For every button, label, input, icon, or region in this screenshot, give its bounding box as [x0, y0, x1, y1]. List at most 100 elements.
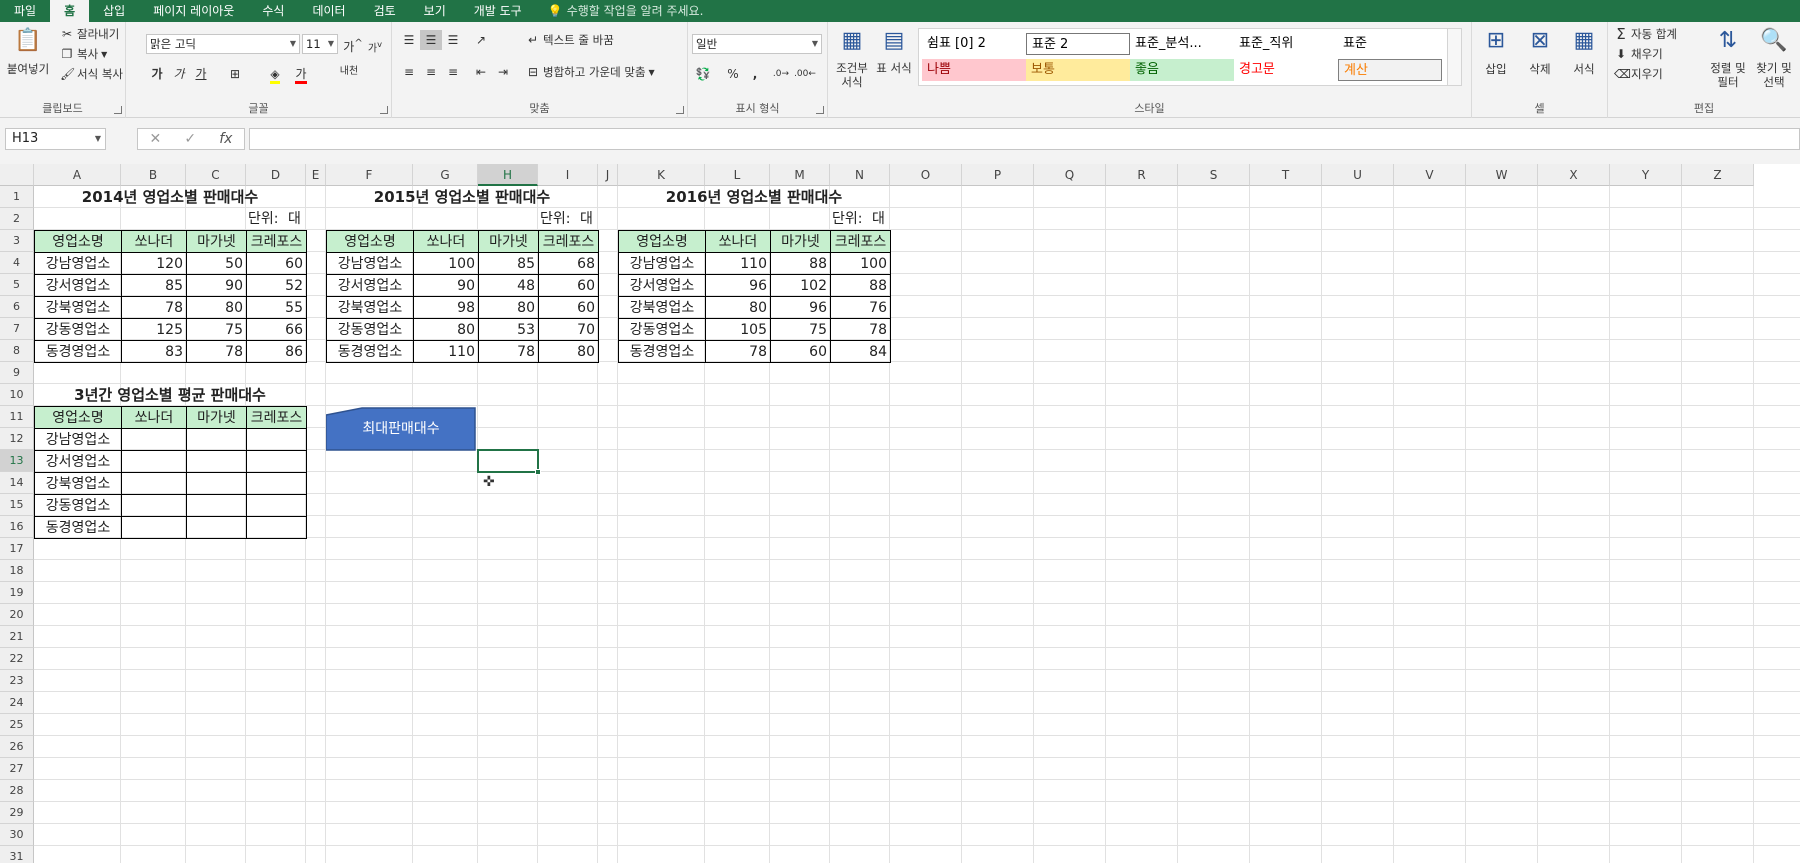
row-header[interactable]: 23	[0, 670, 34, 692]
table-header-cell[interactable]: 영업소명	[326, 230, 414, 253]
sales-value-cell[interactable]: 78	[121, 296, 187, 319]
column-header[interactable]: A	[34, 164, 121, 186]
sales-value-cell[interactable]: 68	[538, 252, 599, 275]
avg-header-cell[interactable]: 마가넷	[186, 406, 247, 429]
row-header[interactable]: 1	[0, 186, 34, 208]
tab-item[interactable]: 보기	[410, 0, 460, 22]
sales-value-cell[interactable]: 50	[186, 252, 247, 275]
sales-value-cell[interactable]: 80	[186, 296, 247, 319]
row-header[interactable]: 10	[0, 384, 34, 406]
sales-value-cell[interactable]: 78	[186, 340, 247, 363]
avg-office-name-cell[interactable]: 동경영업소	[34, 516, 122, 539]
sales-value-cell[interactable]: 60	[538, 274, 599, 297]
row-header[interactable]: 29	[0, 802, 34, 824]
office-name-cell[interactable]: 강북영업소	[618, 296, 706, 319]
font-color-button[interactable]: 가	[290, 64, 312, 84]
cell-style-item[interactable]: 표준 2	[1026, 33, 1130, 55]
phonetic-button[interactable]: 내천	[334, 62, 364, 82]
wrap-text-button[interactable]: ↵ 텍스트 줄 바꿈	[526, 32, 614, 48]
shrink-font-button[interactable]: 가v	[364, 34, 386, 54]
office-name-cell[interactable]: 강동영업소	[618, 318, 706, 341]
row-header[interactable]: 26	[0, 736, 34, 758]
row-header[interactable]: 19	[0, 582, 34, 604]
office-name-cell[interactable]: 강남영업소	[34, 252, 122, 275]
sort-filter-button[interactable]: ⇅ 정렬 및 필터	[1706, 26, 1750, 89]
sales-value-cell[interactable]: 100	[830, 252, 891, 275]
format-cells-button[interactable]: ▦ 서식	[1564, 26, 1604, 77]
clear-button[interactable]: ⌫ 지우기	[1614, 66, 1663, 82]
sales-value-cell[interactable]: 85	[478, 252, 539, 275]
table-header-cell[interactable]: 쏘나더	[121, 230, 187, 253]
column-header[interactable]: W	[1466, 164, 1538, 186]
sales-value-cell[interactable]: 98	[413, 296, 479, 319]
sales-value-cell[interactable]: 75	[186, 318, 247, 341]
table-header-cell[interactable]: 마가넷	[478, 230, 539, 253]
avg-empty-cell[interactable]	[186, 450, 247, 473]
row-header[interactable]: 27	[0, 758, 34, 780]
sales-value-cell[interactable]: 120	[121, 252, 187, 275]
avg-empty-cell[interactable]	[186, 516, 247, 539]
fill-button[interactable]: ⬇ 채우기	[1614, 46, 1663, 62]
table-header-cell[interactable]: 쏘나더	[705, 230, 771, 253]
orientation-button[interactable]: ↗	[470, 30, 492, 50]
cell-style-item[interactable]: 쉼표 [0] 2	[922, 33, 1026, 55]
column-header[interactable]: K	[618, 164, 705, 186]
active-cell-selection[interactable]	[477, 449, 539, 473]
column-header[interactable]: E	[306, 164, 326, 186]
sales-value-cell[interactable]: 53	[478, 318, 539, 341]
paste-button[interactable]: 📋 붙여넣기	[4, 26, 52, 77]
cell-style-item[interactable]: 경고문	[1234, 59, 1338, 81]
fill-handle[interactable]	[535, 469, 541, 475]
row-header[interactable]: 21	[0, 626, 34, 648]
row-header[interactable]: 3	[0, 230, 34, 252]
cancel-icon[interactable]: ✕	[150, 131, 162, 147]
table-header-cell[interactable]: 쏘나더	[413, 230, 479, 253]
insert-cells-button[interactable]: ⊞ 삽입	[1476, 26, 1516, 77]
bold-button[interactable]: 가	[146, 64, 168, 84]
sales-value-cell[interactable]: 78	[705, 340, 771, 363]
table-header-cell[interactable]: 크레포스	[538, 230, 599, 253]
sales-value-cell[interactable]: 60	[246, 252, 307, 275]
delete-cells-button[interactable]: ⊠ 삭제	[1520, 26, 1560, 77]
select-all-corner[interactable]	[0, 164, 34, 186]
column-header[interactable]: N	[830, 164, 890, 186]
format-as-table-button[interactable]: ▤ 표 서식	[874, 26, 914, 75]
autosum-button[interactable]: Σ 자동 합계	[1614, 26, 1677, 42]
cell-style-item[interactable]: 계산	[1338, 59, 1442, 81]
column-header[interactable]: J	[598, 164, 618, 186]
avg-empty-cell[interactable]	[186, 472, 247, 495]
tab-item[interactable]: 페이지 레이아웃	[139, 0, 248, 22]
row-header[interactable]: 2	[0, 208, 34, 230]
merge-center-button[interactable]: ⊟ 병합하고 가운데 맞춤 ▼	[526, 64, 655, 80]
row-header[interactable]: 25	[0, 714, 34, 736]
row-header[interactable]: 11	[0, 406, 34, 428]
table-header-cell[interactable]: 영업소명	[34, 230, 122, 253]
tab-item[interactable]: 삽입	[89, 0, 139, 22]
column-header[interactable]: U	[1322, 164, 1394, 186]
avg-empty-cell[interactable]	[121, 450, 187, 473]
decrease-indent-button[interactable]: ⇤	[470, 62, 492, 82]
increase-indent-button[interactable]: ⇥	[492, 62, 514, 82]
column-header[interactable]: S	[1178, 164, 1250, 186]
sales-value-cell[interactable]: 60	[770, 340, 831, 363]
tab-item[interactable]: 검토	[360, 0, 410, 22]
tab-item[interactable]: 수식	[248, 0, 298, 22]
office-name-cell[interactable]: 강북영업소	[34, 296, 122, 319]
check-icon[interactable]: ✓	[184, 131, 196, 147]
tab-item[interactable]: 파일	[0, 0, 50, 22]
column-header[interactable]: G	[413, 164, 478, 186]
avg-header-cell[interactable]: 크레포스	[246, 406, 307, 429]
align-top-button[interactable]: ☰	[398, 30, 420, 50]
column-header[interactable]: Q	[1034, 164, 1106, 186]
sales-value-cell[interactable]: 110	[705, 252, 771, 275]
avg-empty-cell[interactable]	[121, 472, 187, 495]
fill-color-button[interactable]: ◈	[264, 64, 286, 84]
avg-empty-cell[interactable]	[246, 428, 307, 451]
grow-font-button[interactable]: 가^	[342, 34, 364, 54]
avg-empty-cell[interactable]	[186, 494, 247, 517]
column-header[interactable]: B	[121, 164, 186, 186]
tab-item[interactable]: 데이터	[298, 0, 359, 22]
underline-button[interactable]: 가	[190, 64, 212, 84]
gallery-scroll-bar[interactable]	[1447, 29, 1461, 85]
avg-office-name-cell[interactable]: 강남영업소	[34, 428, 122, 451]
